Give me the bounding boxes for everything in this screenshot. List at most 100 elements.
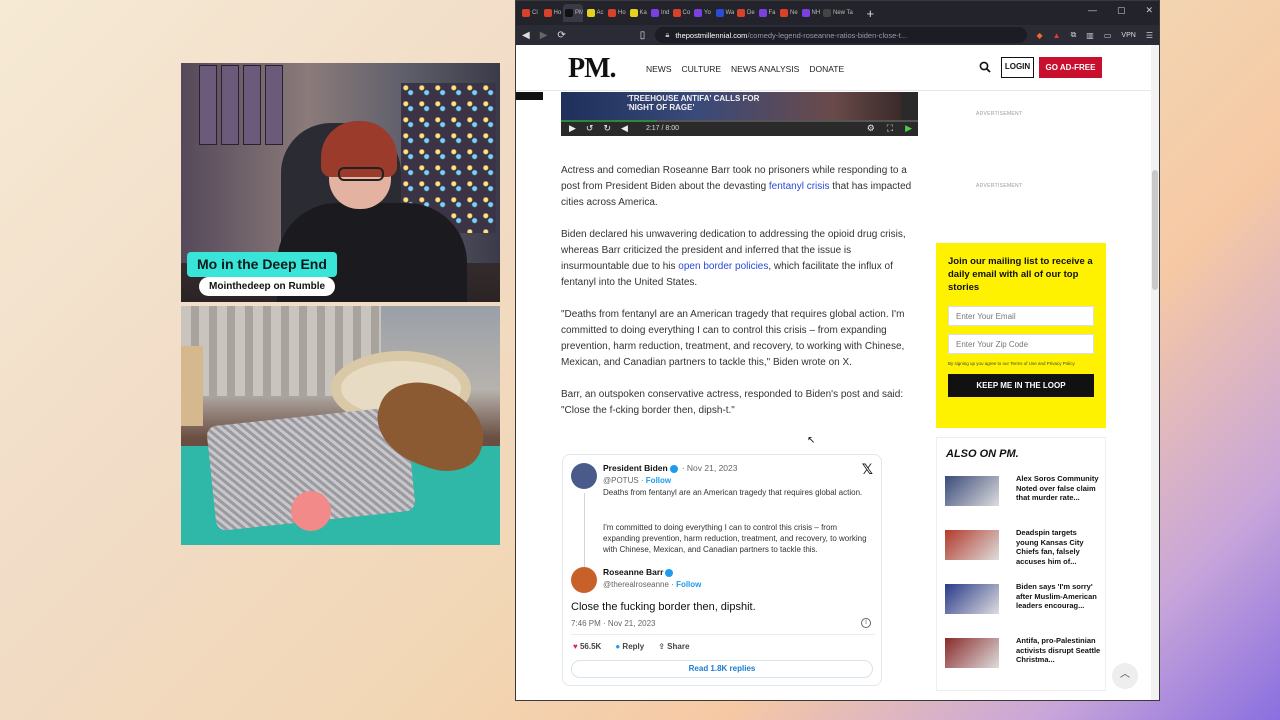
read-replies-button[interactable]: Read 1.8K replies — [571, 660, 873, 678]
url-field[interactable]: 🔒︎ thepostmillennial.com /comedy-legend-… — [655, 27, 1027, 43]
tweet-actions: ♥ 56.5K ● Reply ⇪ Share — [573, 642, 689, 651]
x-logo-icon[interactable]: 𝕏 — [862, 461, 873, 478]
maximize-icon[interactable]: ▢ — [1117, 5, 1126, 16]
settings-icon[interactable]: ⚙ — [867, 123, 875, 134]
email-field[interactable]: Enter Your Email — [948, 306, 1094, 326]
forward-icon[interactable]: ↻ — [603, 123, 611, 134]
related-headline[interactable]: Antifa, pro-Palestinian activists disrup… — [1016, 636, 1101, 665]
subscribe-button[interactable]: KEEP ME IN THE LOOP — [948, 374, 1094, 397]
browser-tab[interactable]: Cl — [520, 4, 540, 22]
browser-tab[interactable]: PM — [563, 4, 583, 22]
browser-tab[interactable]: Ind — [649, 4, 669, 22]
extensions-icon[interactable]: ⧉ — [1071, 30, 1077, 40]
ad-free-button[interactable]: GO AD-FREE — [1039, 57, 1102, 78]
related-headline[interactable]: Alex Soros Community Noted over false cl… — [1016, 474, 1101, 503]
forward-icon[interactable]: ▶ — [540, 30, 548, 41]
vpn-button[interactable]: VPN — [1121, 32, 1135, 39]
browser-tab[interactable]: Co — [671, 4, 691, 22]
nav-culture[interactable]: CULTURE — [682, 64, 722, 74]
menu-icon[interactable]: ☰ — [1146, 31, 1153, 40]
nav-donate[interactable]: DONATE — [809, 64, 844, 74]
related-headline[interactable]: Biden says 'I'm sorry' after Muslim-Amer… — [1016, 582, 1101, 611]
info-icon[interactable]: i — [861, 618, 871, 628]
ad-label: ADVERTISEMENT — [976, 111, 1023, 117]
tab-label: Fa — [768, 10, 776, 16]
rewards-icon[interactable]: ▲ — [1053, 31, 1061, 40]
roseanne-avatar[interactable] — [571, 567, 597, 593]
related-article[interactable]: Antifa, pro-Palestinian activists disrup… — [945, 636, 1105, 676]
new-tab-button[interactable]: + — [867, 6, 875, 21]
tab-label: PM — [575, 10, 583, 16]
related-thumbnail[interactable] — [945, 530, 999, 560]
window-controls: — ▢ ✕ — [1088, 5, 1153, 16]
related-thumbnail[interactable] — [945, 638, 999, 668]
rewind-icon[interactable]: ↺ — [586, 123, 594, 134]
biden-avatar[interactable] — [571, 463, 597, 489]
quoted-author[interactable]: President Biden · Nov 21, 2023 — [603, 463, 737, 473]
follow-link[interactable]: Follow — [676, 580, 701, 589]
browser-tab[interactable]: De — [735, 4, 755, 22]
browser-tab[interactable]: Ka — [628, 4, 648, 22]
open-border-link[interactable]: open border policies — [678, 261, 768, 272]
browser-tab[interactable]: Ho — [542, 4, 562, 22]
browser-tab[interactable]: New Ta — [821, 4, 859, 22]
search-icon[interactable] — [979, 61, 991, 73]
close-icon[interactable]: ✕ — [1145, 5, 1153, 16]
back-icon[interactable]: ◀ — [522, 30, 530, 41]
tab-favicon-icon — [801, 9, 810, 17]
also-title: ALSO ON PM. — [946, 448, 1019, 460]
browser-tab[interactable]: Wa — [714, 4, 734, 22]
play-icon[interactable]: ▶ — [569, 123, 576, 134]
bookmark-icon[interactable]: ▯ — [640, 30, 646, 41]
shield-icon[interactable]: ◆ — [1037, 31, 1043, 40]
quoted-text: I'm committed to doing everything I can … — [603, 523, 867, 554]
related-article[interactable]: Alex Soros Community Noted over false cl… — [945, 474, 1105, 514]
left-edge-bar — [516, 92, 543, 100]
fullscreen-icon[interactable]: ⛶ — [887, 123, 893, 134]
sidebar-icon[interactable]: ▥ — [1086, 31, 1094, 40]
browser-tab[interactable]: Ho — [606, 4, 626, 22]
tab-favicon-icon — [608, 9, 616, 17]
reload-icon[interactable]: ⟳ — [557, 30, 565, 41]
url-path: /comedy-legend-roseanne-ratios-biden-clo… — [747, 30, 908, 40]
zip-field[interactable]: Enter Your Zip Code — [948, 334, 1094, 354]
related-headline[interactable]: Deadspin targets young Kansas City Chief… — [1016, 528, 1101, 566]
browser-tab[interactable]: Ac — [585, 4, 605, 22]
tab-favicon-icon — [565, 9, 573, 17]
mouse-cursor: ↖ — [807, 435, 816, 446]
minimize-icon[interactable]: — — [1088, 5, 1097, 16]
volume-icon[interactable]: ◀ — [621, 123, 628, 134]
brand-play-icon[interactable]: ▶ — [905, 123, 912, 134]
like-button[interactable]: ♥ 56.5K — [573, 642, 601, 651]
browser-tab[interactable]: Yo — [692, 4, 712, 22]
browser-tab[interactable]: Fa — [757, 4, 777, 22]
wallet-icon[interactable]: ▭ — [1104, 31, 1112, 40]
lock-icon: 🔒︎ — [665, 30, 670, 39]
tweet-timestamp[interactable]: 7:46 PM · Nov 21, 2023 — [571, 619, 656, 628]
related-article[interactable]: Biden says 'I'm sorry' after Muslim-Amer… — [945, 582, 1105, 622]
browser-tab[interactable]: NH — [800, 4, 820, 22]
site-logo[interactable]: PM. — [568, 53, 617, 85]
platform-tag: Mointhedeep on Rumble — [199, 277, 336, 296]
tweet-text: Close the fucking border then, dipshit. — [571, 601, 756, 613]
browser-window: Cl Ho PM Ac Ho Ka Ind Co Yo Wa De Fa Ne NH New Ta + — … — [515, 0, 1160, 701]
related-thumbnail[interactable] — [945, 476, 999, 506]
page-scrollbar[interactable] — [1151, 45, 1159, 700]
nav-news-analysis[interactable]: NEWS ANALYSIS — [731, 64, 799, 74]
quoted-text: Deaths from fentanyl are an American tra… — [603, 488, 863, 497]
related-thumbnail[interactable] — [945, 584, 999, 614]
scroll-to-top-button[interactable]: ︿ — [1112, 663, 1138, 689]
nav-news[interactable]: NEWS — [646, 64, 672, 74]
reply-author[interactable]: Roseanne Barr — [603, 567, 674, 577]
reply-button[interactable]: ● Reply — [615, 642, 644, 651]
share-button[interactable]: ⇪ Share — [658, 642, 689, 651]
embedded-tweet: President Biden · Nov 21, 2023 @POTUS · F… — [562, 454, 882, 686]
login-button[interactable]: LOGIN — [1001, 57, 1034, 78]
video-player[interactable]: 'TREEHOUSE ANTIFA' CALLS FOR 'NIGHT OF R… — [561, 92, 918, 136]
related-article[interactable]: Deadspin targets young Kansas City Chief… — [945, 528, 1105, 568]
browser-tab[interactable]: Ne — [778, 4, 798, 22]
video-progress-bar[interactable] — [561, 120, 918, 122]
follow-link[interactable]: Follow — [646, 476, 671, 485]
fentanyl-crisis-link[interactable]: fentanyl crisis — [769, 181, 830, 192]
scrollbar-thumb[interactable] — [1152, 170, 1158, 290]
